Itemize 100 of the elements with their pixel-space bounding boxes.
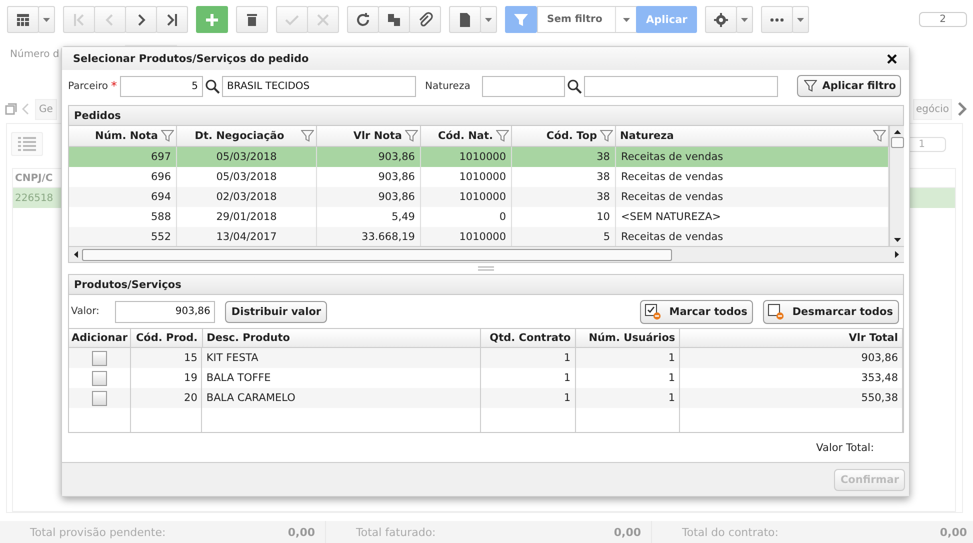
table-cell: 02/03/2018 [177,187,317,207]
input-field[interactable] [584,76,778,96]
dialog-title: Selecionar Produtos/Serviços do pedido [73,52,309,64]
settings-button[interactable] [705,6,738,33]
filter-icon[interactable] [161,130,174,142]
list-view-button[interactable] [11,132,43,156]
paperclip-icon [417,12,433,28]
checkbox[interactable] [92,350,107,366]
search-icon[interactable] [205,78,220,94]
total-value: 0,00 [940,526,967,538]
copy-button[interactable] [378,6,410,33]
filter-icon[interactable] [600,130,613,142]
table-cell: 1 [481,348,576,368]
table-cell: 1 [576,388,680,408]
field-label: Número d [10,48,60,60]
document-icon [457,12,473,28]
column-header[interactable]: Desc. Produto [202,329,482,347]
table-cell: 903,86 [680,348,904,368]
table-row[interactable]: 552 13/04/2017 33.668,19 1010000 5 Receitas de vendas [69,227,889,246]
grid-icon [15,12,31,28]
settings-icon [713,12,730,28]
chevron-right-icon[interactable] [957,102,967,116]
trash-icon [244,12,260,28]
filter-icon[interactable] [873,130,886,142]
column-header[interactable]: Cód. Prod. [131,329,203,347]
dropdown-button[interactable] [38,6,55,33]
distribute-button[interactable]: Distribuir valor [225,300,328,322]
unmark-all-button[interactable]: Desmarcar todos [763,300,899,324]
plus-icon [204,12,220,28]
close-icon[interactable] [887,54,897,64]
checkbox[interactable] [92,370,107,386]
caret-icon [797,18,804,22]
total-value: 0,00 [288,526,315,538]
total-value: 0,00 [614,526,641,538]
filter-button[interactable] [505,6,537,33]
column-header[interactable]: Vlr Nota [321,130,402,142]
add-button[interactable] [196,6,228,33]
input-field[interactable] [482,76,566,96]
dropdown-button[interactable] [480,6,497,33]
dropdown-button[interactable] [736,6,754,33]
scroll-down-icon[interactable] [894,238,900,242]
next-button[interactable] [125,6,157,33]
filter-icon [804,80,818,92]
input-field[interactable]: BRASIL TECIDOS [222,76,416,96]
scroll-up-icon[interactable] [894,130,900,134]
table-row[interactable]: 694 02/03/2018 903,86 1010000 38 Receitas de vendas [69,187,889,207]
column-header[interactable]: Núm. Nota [73,130,158,142]
filter-icon[interactable] [405,130,418,142]
table-cell: KIT FESTA [202,348,482,368]
horizontal-scrollbar[interactable] [69,246,904,262]
total-label: Total faturado: [356,526,436,538]
table-cell: BALA CARAMELO [202,388,482,408]
checkbox-icon [645,304,662,320]
splitter-handle[interactable] [478,266,494,271]
scroll-right-icon[interactable] [895,251,899,258]
table-cell: 550,38 [680,388,904,408]
scroll-thumb[interactable] [890,137,904,148]
grid-view-button[interactable] [7,6,39,33]
column-header[interactable]: Núm. Usuários [576,329,680,347]
more-button[interactable] [761,6,794,33]
table-cell: 226518 [15,192,54,204]
panel-title: Pedidos [74,110,121,122]
attach-button[interactable] [409,6,441,33]
filter-icon [514,12,528,26]
caret-icon [43,18,50,22]
delete-button[interactable] [236,6,268,33]
search-icon[interactable] [567,78,582,94]
checkbox[interactable] [92,390,107,406]
required-mark: * [111,79,118,93]
refresh-icon [355,12,371,28]
dropdown-button[interactable] [792,6,810,33]
vertical-scrollbar[interactable] [889,126,904,246]
document-button[interactable] [449,6,481,33]
input-field[interactable]: 5 [120,76,204,96]
refresh-button[interactable] [347,6,379,33]
field-label: Parceiro [68,80,108,92]
list-icon [18,137,36,151]
table-cell: 697 [69,147,177,167]
column-header[interactable]: Qtd. Contrato [481,329,576,347]
column-header[interactable]: Natureza [620,130,870,142]
column-header[interactable]: Adicionar [69,329,131,347]
apply-filter-button[interactable]: Aplicar filtro [797,75,901,97]
total-label: Valor Total: [816,442,874,454]
count-badge: 2 [918,12,967,27]
table-row[interactable]: 697 05/03/2018 903,86 1010000 38 Receitas de vendas [69,147,889,167]
scroll-left-icon[interactable] [74,251,78,258]
column-header[interactable]: Cód. Top [516,130,597,142]
column-header[interactable]: Vlr Total [680,329,903,347]
table-cell: 903,86 [317,187,421,207]
last-button[interactable] [156,6,188,33]
scroll-thumb[interactable] [82,248,672,260]
caret-icon [622,18,630,22]
table-cell: 05/03/2018 [177,147,317,167]
column-header[interactable]: Cód. Nat. [425,130,493,142]
table-cell: 20 [130,388,202,408]
filter-icon[interactable] [496,130,509,142]
column-header[interactable]: Dt. Negociação [181,130,298,142]
filter-icon[interactable] [301,130,314,142]
mark-all-button[interactable]: Marcar todos [640,300,754,324]
input-field[interactable]: 903,86 [115,300,216,322]
